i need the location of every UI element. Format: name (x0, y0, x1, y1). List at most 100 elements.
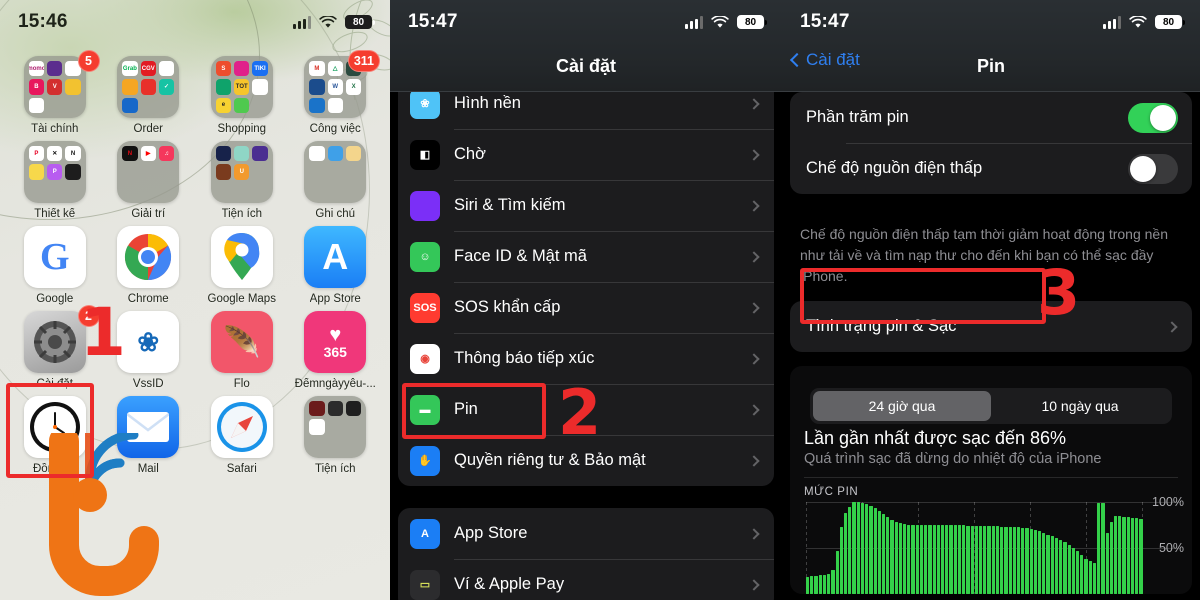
settings-row-siri-t-m-ki-m[interactable]: Siri & Tìm kiếm (398, 180, 774, 231)
folder-thumbnail: U (210, 141, 273, 203)
folder-mini-icon: N (122, 146, 138, 162)
home-folder[interactable]: N ▶ ♫ Giải trí (102, 141, 196, 220)
home-app-icon[interactable]: 🪶 Flo (195, 311, 289, 390)
folder-mini-icon: ▶ (140, 146, 156, 162)
chart-bar (903, 523, 907, 594)
folder-mini-icon (158, 61, 175, 77)
chart-bar (953, 525, 957, 594)
chart-bar (1080, 554, 1084, 594)
home-folder[interactable]: Ghi chú (289, 141, 383, 220)
chart-bar (860, 503, 865, 594)
chart-bar (966, 526, 970, 594)
home-app-icon[interactable]: ♥ 365 Đếmngàyyêu-... (289, 311, 383, 390)
home-folder[interactable]: P ✕ N P Thiết kế (8, 141, 102, 220)
settings-row-app-store[interactable]: A App Store (398, 508, 774, 559)
folder-thumbnail: P ✕ N P (23, 141, 86, 203)
home-folder[interactable]: momo B V 5 Tài chính (8, 50, 102, 135)
app-label: VssID (132, 378, 164, 390)
settings-row-v-apple-pay[interactable]: ▭ Ví & Apple Pay (398, 559, 774, 600)
chart-bar (1012, 527, 1016, 594)
battery-usage-card: 24 giờ qua 10 ngày qua Lần gần nhất được… (790, 366, 1192, 594)
highlight-box-pin-row (402, 383, 546, 439)
home-folder[interactable]: Grab CGV ✓ Order (102, 56, 196, 135)
app-label: Tài chính (31, 123, 79, 135)
panel-home-screen: 15:46 80 momo B V 5 Tài chính Grab CGV ✓ Order S T… (0, 0, 390, 600)
battery-percent: 80 (744, 16, 757, 28)
chart-bar (886, 517, 890, 594)
settings-row-ch[interactable]: ◧ Chờ (398, 129, 774, 180)
folder-mini-icon: ♫ (158, 146, 175, 162)
siri-icon (410, 190, 440, 221)
home-folder[interactable]: M △ W X 311 Công việc (289, 50, 383, 135)
battery-status-bar: 15:47 80 (782, 0, 1200, 44)
chart-bar (1135, 518, 1139, 594)
step-number-1: 1 (80, 294, 126, 371)
settings-row-label: App Store (454, 524, 528, 542)
chart-bar-series (806, 502, 1143, 594)
row-low-power-mode[interactable]: Chế độ nguồn điện thấp (790, 143, 1192, 194)
chevron-right-icon (748, 527, 760, 540)
chart-bar (1122, 517, 1126, 594)
folder-mini-icon: W (327, 79, 343, 95)
chart-bar (1050, 536, 1054, 594)
settings-row-label: Ví & Apple Pay (454, 575, 565, 593)
chart-bar (839, 527, 843, 594)
folder-mini-icon: △ (327, 61, 343, 77)
time-range-segmented-control[interactable]: 24 giờ qua 10 ngày qua (810, 388, 1172, 424)
wifi-icon (1129, 15, 1147, 28)
segment-24-hours[interactable]: 24 giờ qua (813, 391, 991, 421)
folder-mini-icon (122, 97, 138, 113)
settings-scroll-list[interactable]: ❀ Hình nền ◧ Chờ Siri & Tìm kiếm ☺ Face ID & M… (390, 78, 782, 600)
battery-percent: 80 (352, 16, 365, 28)
last-charge-subtitle: Quá trình sạc đã dừng do nhiệt độ của iP… (804, 451, 1102, 467)
settings-row-sos-kh-n-c-p[interactable]: SOS SOS khẩn cấp (398, 282, 774, 333)
chart-bar (1097, 503, 1101, 594)
chart-bar (1004, 527, 1008, 594)
chart-bar (1088, 561, 1092, 594)
home-app-icon[interactable]: Safari (195, 396, 289, 475)
folder-mini-icon: X (345, 79, 362, 95)
home-app-icon[interactable]: Mail (102, 396, 196, 475)
home-app-icon[interactable]: A App Store (289, 226, 383, 305)
chart-bar (869, 506, 873, 594)
chart-bar (806, 576, 810, 594)
row-battery-percentage[interactable]: Phần trăm pin (790, 92, 1192, 143)
home-app-icon[interactable]: Google Maps (195, 226, 289, 305)
folder-thumbnail (304, 141, 367, 203)
battery-scroll-body[interactable]: Phần trăm pin Chế độ nguồn điện thấp Chế… (782, 92, 1200, 600)
chart-bar (962, 525, 966, 594)
chart-bar (1109, 521, 1113, 594)
google-maps-icon (210, 226, 273, 288)
row-label: Phần trăm pin (806, 108, 909, 126)
settings-row-face-id-m-t-m[interactable]: ☺ Face ID & Mật mã (398, 231, 774, 282)
chart-bar (987, 526, 991, 594)
chart-bar (1046, 534, 1050, 594)
folder-mini-icon: P (28, 146, 45, 162)
chart-bar (1071, 547, 1075, 594)
chart-bar (1118, 516, 1122, 594)
wifi-icon (319, 15, 337, 28)
chart-bar (957, 525, 962, 594)
chart-bar (1008, 527, 1012, 594)
chart-bar (822, 575, 827, 594)
app-label: Safari (226, 463, 257, 475)
folder-thumbnail: momo B V (23, 56, 86, 118)
low-power-mode-toggle[interactable] (1128, 153, 1178, 184)
home-folder[interactable]: Tiện ích (289, 396, 383, 475)
chart-bar (1033, 530, 1038, 594)
wallpaper-icon: ❀ (410, 88, 440, 119)
battery-percent: 80 (1162, 16, 1175, 28)
battery-percentage-toggle[interactable] (1128, 102, 1178, 133)
folder-mini-icon: Grab (122, 61, 138, 77)
folder-mini-icon (65, 164, 81, 180)
home-folder[interactable]: U Tiện ích (195, 141, 289, 220)
settings-row-label: Chờ (454, 145, 486, 163)
chart-bar (1000, 527, 1004, 594)
chart-bar (1042, 532, 1046, 594)
segment-10-days[interactable]: 10 ngày qua (991, 391, 1169, 421)
settings-row-label: Thông báo tiếp xúc (454, 349, 595, 367)
folder-thumbnail (304, 396, 367, 458)
folder-mini-icon: ✕ (47, 146, 63, 162)
folder-thumbnail: N ▶ ♫ (117, 141, 180, 203)
home-folder[interactable]: S TIKI TOT e Shopping (195, 56, 289, 135)
